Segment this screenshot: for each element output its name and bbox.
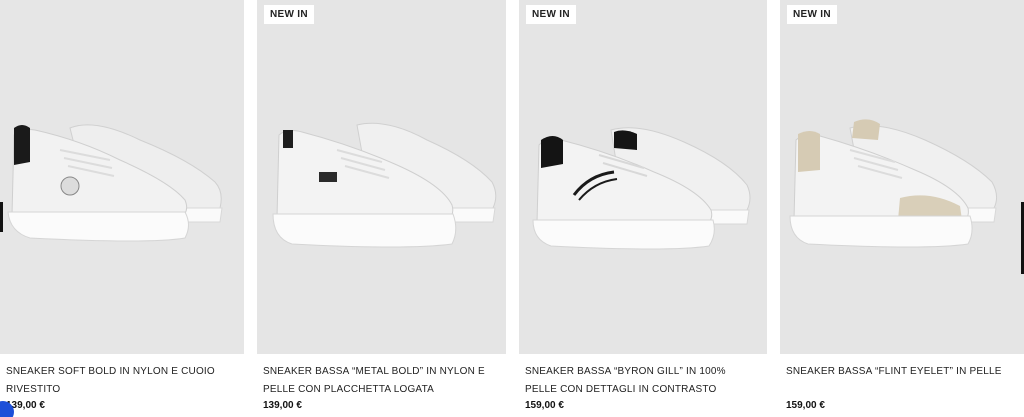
new-in-badge: NEW IN	[264, 5, 314, 24]
carousel-prev-arrow-icon[interactable]	[0, 202, 3, 232]
new-in-badge: NEW IN	[526, 5, 576, 24]
product-card[interactable]: NEW IN SNEAKER BASSA “METAL BOLD” IN NYL…	[257, 0, 506, 417]
product-card[interactable]: NEW IN SNEAKER BASSA “BYRON GILL” IN 100…	[519, 0, 767, 417]
product-price: 139,00 €	[263, 400, 302, 411]
sneaker-image	[7, 124, 223, 242]
product-image[interactable]: NEW IN	[780, 0, 1024, 354]
product-card[interactable]: SNEAKER SOFT BOLD IN NYLON E CUOIO RIVES…	[0, 0, 244, 417]
product-image[interactable]: NEW IN	[519, 0, 767, 354]
product-name[interactable]: SNEAKER BASSA “METAL BOLD” IN NYLON E PE…	[263, 363, 493, 399]
product-name[interactable]: SNEAKER SOFT BOLD IN NYLON E CUOIO RIVES…	[6, 363, 236, 399]
product-image[interactable]	[0, 0, 244, 354]
product-name[interactable]: SNEAKER BASSA “FLINT EYELET” IN PELLE	[786, 363, 1016, 381]
product-image[interactable]: NEW IN	[257, 0, 506, 354]
new-in-badge: NEW IN	[787, 5, 837, 24]
product-price: 159,00 €	[525, 400, 564, 411]
product-card[interactable]: NEW IN SNEAKER BASSA “FLINT EYELET” IN P…	[780, 0, 1024, 417]
product-name[interactable]: SNEAKER BASSA “BYRON GILL” IN 100% PELLE…	[525, 363, 755, 399]
product-price: 159,00 €	[786, 400, 825, 411]
sneaker-image	[789, 119, 998, 248]
sneaker-image	[272, 122, 497, 248]
product-grid: SNEAKER SOFT BOLD IN NYLON E CUOIO RIVES…	[0, 0, 1024, 417]
sneaker-image	[532, 127, 751, 250]
